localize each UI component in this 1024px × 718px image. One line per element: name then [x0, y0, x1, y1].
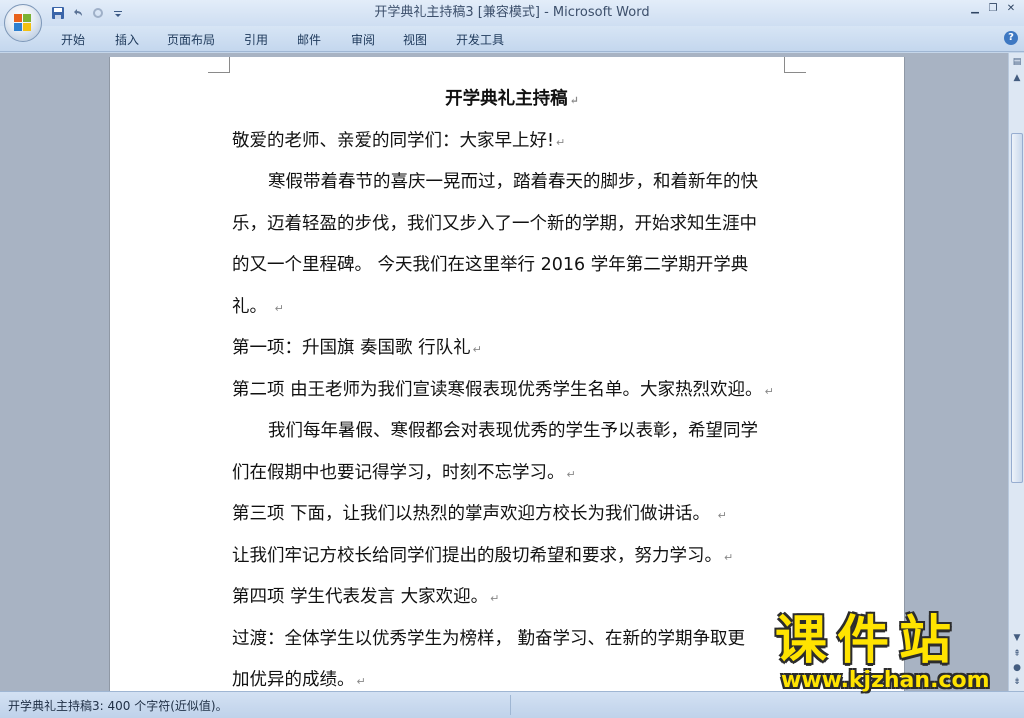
line-text: 过渡：全体学生以优秀学生为榜样， 勤奋学习、在新的学期争取更: [232, 628, 746, 649]
tab-page-layout[interactable]: 页面布局: [167, 31, 215, 49]
scroll-up-button[interactable]: ▲: [1010, 71, 1024, 85]
tab-references[interactable]: 引用: [244, 31, 268, 49]
tab-mailings[interactable]: 邮件: [297, 31, 321, 49]
vertical-scrollbar[interactable]: ▤ ▲ ▼ ⇞ ● ⇟: [1008, 53, 1024, 691]
line-text: 敬爱的老师、亲爱的同学们：大家早上好!: [232, 130, 555, 151]
paragraph-mark-icon: ↵: [490, 592, 500, 605]
watermark-url: www.kjzhan.com: [781, 668, 990, 693]
line-text: 们在假期中也要记得学习，时刻不忘学习。: [232, 462, 565, 483]
tab-insert[interactable]: 插入: [115, 31, 139, 49]
tab-home[interactable]: 开始: [61, 31, 85, 49]
paragraph-mark-icon: ↵: [569, 94, 579, 107]
watermark-logo: 课件站 www.kjzhan.com: [775, 611, 1011, 693]
document-line: 第二项 由王老师为我们宣读寒假表现优秀学生名单。大家热烈欢迎。 ↵: [232, 370, 792, 412]
line-text: 的又一个里程碑。 今天我们在这里举行 2016 学年第二学期开学典: [232, 255, 749, 275]
undo-icon[interactable]: [70, 5, 86, 21]
tab-view[interactable]: 视图: [403, 31, 427, 49]
line-text: 开学典礼主持稿: [445, 89, 568, 109]
line-text: 礼。: [232, 296, 273, 317]
document-page[interactable]: 开学典礼主持稿 ↵ 敬爱的老师、亲爱的同学们：大家早上好! ↵ 寒假带着春节的喜庆一晃而…: [109, 57, 905, 691]
line-text: 让我们牢记方校长给同学们提出的殷切希望和要求，努力学习。: [232, 545, 722, 566]
scroll-down-button[interactable]: ▼: [1010, 631, 1024, 645]
paragraph-mark-icon: ↵: [356, 675, 366, 688]
document-line: 们在假期中也要记得学习，时刻不忘学习。 ↵: [232, 453, 792, 495]
paragraph-mark-icon: ↵: [556, 135, 566, 149]
document-line: 加优异的成绩。 ↵: [232, 660, 792, 691]
tab-review[interactable]: 审阅: [351, 31, 375, 49]
office-logo-icon: [14, 14, 32, 32]
line-text: 寒假带着春节的喜庆一晃而过，踏着春天的脚步，和着新年的快: [268, 172, 758, 192]
status-text: 开学典礼主持稿3: 400 个字符(近似值)。: [8, 699, 228, 713]
line-text: 加优异的成绩。: [232, 670, 355, 690]
ruler-toggle-icon[interactable]: ▤: [1010, 55, 1024, 69]
line-text: 第二项 由王老师为我们宣读寒假表现优秀学生名单。大家热烈欢迎。: [232, 379, 763, 400]
document-line: 敬爱的老师、亲爱的同学们：大家早上好! ↵: [232, 121, 792, 163]
next-page-button[interactable]: ⇟: [1010, 675, 1024, 689]
document-body[interactable]: 开学典礼主持稿 ↵ 敬爱的老师、亲爱的同学们：大家早上好! ↵ 寒假带着春节的喜庆一晃而…: [232, 79, 792, 691]
scrollbar-thumb[interactable]: [1011, 133, 1023, 483]
title-bar: 开学典礼主持稿3 [兼容模式] - Microsoft Word ▁ ❐ ✕: [0, 0, 1024, 26]
redo-icon[interactable]: [90, 5, 106, 21]
document-line: 的又一个里程碑。 今天我们在这里举行 2016 学年第二学期开学典: [232, 245, 792, 287]
document-line: 第一项：升国旗 奏国歌 行队礼 ↵: [232, 328, 792, 370]
window-title: 开学典礼主持稿3 [兼容模式] - Microsoft Word: [374, 5, 650, 20]
line-text: 乐，迈着轻盈的步伐，我们又步入了一个新的学期，开始求知生涯中: [232, 213, 757, 234]
minimize-button[interactable]: ▁: [968, 2, 982, 16]
watermark-brand: 课件站: [775, 611, 962, 671]
paragraph-mark-icon: ↵: [717, 509, 727, 522]
help-button[interactable]: ?: [1004, 31, 1018, 45]
status-separator: [510, 695, 511, 715]
quick-access-toolbar: [50, 3, 126, 23]
document-line: 寒假带着春节的喜庆一晃而过，踏着春天的脚步，和着新年的快: [232, 162, 792, 204]
document-line: 礼。 ↵: [232, 287, 792, 329]
paragraph-mark-icon: ↵: [566, 467, 576, 481]
crop-mark: [208, 57, 230, 73]
ribbon-tab-bar: [0, 26, 1024, 52]
line-text: 第四项 学生代表发言 大家欢迎。: [232, 587, 489, 607]
document-line: 第三项 下面，让我们以热烈的掌声欢迎方校长为我们做讲话。 ↵: [232, 494, 792, 536]
document-workspace: 开学典礼主持稿 ↵ 敬爱的老师、亲爱的同学们：大家早上好! ↵ 寒假带着春节的喜庆一晃而…: [0, 53, 1008, 691]
paragraph-mark-icon: ↵: [274, 301, 284, 315]
customize-icon[interactable]: [110, 5, 126, 21]
close-button[interactable]: ✕: [1004, 2, 1018, 16]
crop-mark: [784, 57, 806, 73]
document-line: 第四项 学生代表发言 大家欢迎。 ↵: [232, 577, 792, 619]
paragraph-mark-icon: ↵: [724, 550, 734, 564]
office-button[interactable]: [4, 4, 42, 42]
tab-developer[interactable]: 开发工具: [456, 31, 504, 49]
document-line: 过渡：全体学生以优秀学生为榜样， 勤奋学习、在新的学期争取更: [232, 619, 792, 661]
line-text: 第三项 下面，让我们以热烈的掌声欢迎方校长为我们做讲话。: [232, 504, 716, 524]
previous-page-button[interactable]: ⇞: [1010, 647, 1024, 661]
document-title: 开学典礼主持稿 ↵: [232, 79, 792, 121]
line-text: 第一项：升国旗 奏国歌 行队礼: [232, 338, 471, 358]
line-text: 我们每年暑假、寒假都会对表现优秀的学生予以表彰，希望同学: [268, 421, 758, 441]
paragraph-mark-icon: ↵: [472, 343, 482, 356]
restore-button[interactable]: ❐: [986, 2, 1000, 16]
browse-object-button[interactable]: ●: [1010, 661, 1024, 675]
paragraph-mark-icon: ↵: [764, 384, 774, 398]
document-line: 乐，迈着轻盈的步伐，我们又步入了一个新的学期，开始求知生涯中: [232, 204, 792, 246]
document-line: 让我们牢记方校长给同学们提出的殷切希望和要求，努力学习。 ↵: [232, 536, 792, 578]
save-icon[interactable]: [50, 5, 66, 21]
window-controls: ▁ ❐ ✕: [968, 2, 1018, 16]
document-line: 我们每年暑假、寒假都会对表现优秀的学生予以表彰，希望同学: [232, 411, 792, 453]
status-bar: 开学典礼主持稿3: 400 个字符(近似值)。: [0, 691, 1024, 718]
